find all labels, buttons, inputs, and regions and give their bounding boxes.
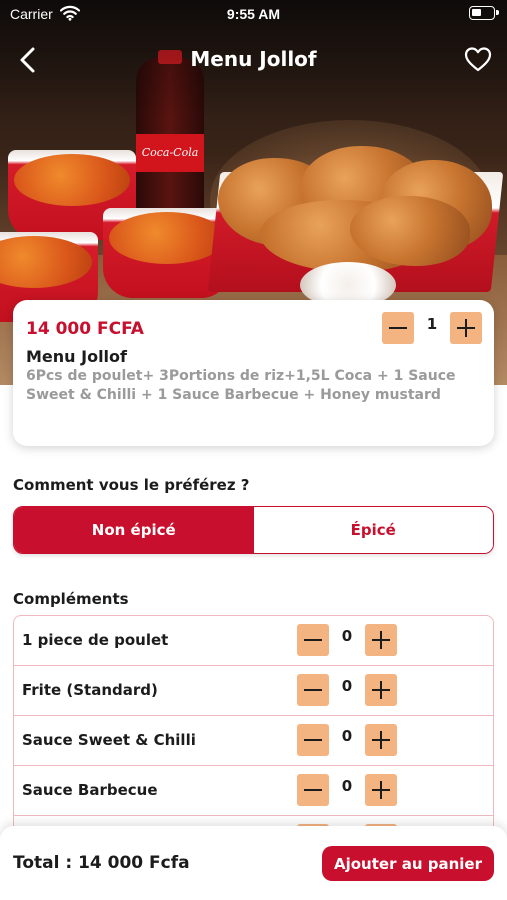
- option-non-epice[interactable]: Non épicé: [14, 507, 254, 553]
- plus-icon[interactable]: [450, 312, 482, 344]
- page-title: Menu Jollof: [190, 47, 317, 71]
- checkout-bar: Total : 14 000 Fcfa Ajouter au panier: [0, 826, 507, 900]
- clock: 9:55 AM: [226, 6, 281, 22]
- complement-name: Sauce Barbecue: [22, 781, 158, 799]
- complement-name: Sauce Sweet & Chilli: [22, 731, 196, 749]
- quantity-value: 0: [341, 677, 353, 695]
- minus-icon[interactable]: [297, 674, 329, 706]
- heart-icon[interactable]: [463, 45, 493, 75]
- list-item: Sauce Barbecue 0: [14, 766, 493, 816]
- product-description: 6Pcs de poulet+ 3Portions de riz+1,5L Co…: [26, 368, 456, 403]
- minus-icon[interactable]: [297, 774, 329, 806]
- bottle-label: Coca-Cola: [136, 134, 204, 172]
- complement-name: Frite (Standard): [22, 681, 158, 699]
- quantity-value: 1: [426, 315, 438, 333]
- list-item: Frite (Standard) 0: [14, 666, 493, 716]
- product-card: 14 000 FCFA Menu Jollof 6Pcs de poulet+ …: [13, 300, 494, 446]
- minus-icon[interactable]: [382, 312, 414, 344]
- product-name: Menu Jollof: [26, 347, 127, 366]
- quantity-stepper: 0: [297, 724, 397, 756]
- complements-list: 1 piece de poulet 0 Frite (Standard) 0 S…: [13, 615, 494, 830]
- plus-icon[interactable]: [365, 774, 397, 806]
- spice-segmented-control: Non épicé Épicé: [13, 506, 494, 554]
- quantity-stepper: 1: [382, 312, 482, 344]
- add-to-cart-button[interactable]: Ajouter au panier: [322, 846, 494, 881]
- minus-icon[interactable]: [297, 624, 329, 656]
- complement-name: 1 piece de poulet: [22, 631, 169, 649]
- quantity-stepper: 0: [297, 774, 397, 806]
- quantity-stepper: 0: [297, 624, 397, 656]
- complements-label: Compléments: [13, 590, 129, 608]
- minus-icon[interactable]: [297, 724, 329, 756]
- plus-icon[interactable]: [365, 724, 397, 756]
- quantity-value: 0: [341, 627, 353, 645]
- total-price: Total : 14 000 Fcfa: [13, 853, 190, 873]
- quantity-value: 0: [341, 777, 353, 795]
- status-bar: Carrier 9:55 AM: [0, 0, 507, 28]
- battery-icon: [469, 6, 499, 20]
- plus-icon[interactable]: [365, 674, 397, 706]
- product-price: 14 000 FCFA: [26, 319, 144, 339]
- list-item: Sauce Sweet & Chilli 0: [14, 716, 493, 766]
- option-epice[interactable]: Épicé: [253, 507, 493, 553]
- list-item: 1 piece de poulet 0: [14, 616, 493, 666]
- plus-icon[interactable]: [365, 624, 397, 656]
- quantity-stepper: 0: [297, 674, 397, 706]
- quantity-value: 0: [341, 727, 353, 745]
- preference-label: Comment vous le préférez ?: [13, 476, 250, 494]
